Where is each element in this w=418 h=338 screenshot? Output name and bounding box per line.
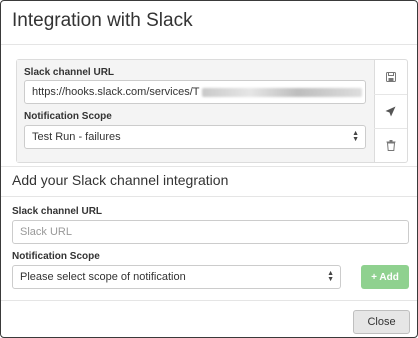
existing-scope-select[interactable]: Test Run - failures ▲ ▼ <box>24 125 366 149</box>
close-button[interactable]: Close <box>353 310 410 334</box>
new-scope-select[interactable]: Please select scope of notification ▲ ▼ <box>12 265 341 289</box>
existing-scope-value: Test Run - failures <box>32 131 121 143</box>
existing-url-input[interactable]: https://hooks.slack.com/services/T <box>24 80 366 104</box>
select-arrows-icon: ▲ ▼ <box>352 130 359 143</box>
redacted-url-segment <box>201 87 362 97</box>
new-url-placeholder: Slack URL <box>20 226 72 238</box>
slack-integration-modal: Integration with Slack Slack channel URL… <box>0 0 418 338</box>
existing-url-label: Slack channel URL <box>24 67 115 78</box>
card-actions <box>374 60 407 162</box>
save-icon <box>385 71 396 82</box>
add-section-title: Add your Slack channel integration <box>12 172 229 188</box>
existing-integration-fields: Slack channel URL https://hooks.slack.co… <box>17 60 375 162</box>
footer-divider <box>1 300 417 301</box>
test-send-button[interactable] <box>374 94 407 127</box>
section-title-underline <box>1 196 417 197</box>
new-url-input[interactable]: Slack URL <box>12 220 409 244</box>
existing-integration-card: Slack channel URL https://hooks.slack.co… <box>16 59 408 163</box>
send-icon <box>385 106 396 117</box>
modal-header: Integration with Slack <box>1 1 417 45</box>
section-divider <box>1 166 417 167</box>
save-button[interactable] <box>374 60 407 93</box>
existing-url-value: https://hooks.slack.com/services/T <box>32 86 200 98</box>
new-scope-label: Notification Scope <box>12 251 100 262</box>
existing-scope-label: Notification Scope <box>24 111 112 122</box>
add-button[interactable]: + Add <box>361 265 409 289</box>
new-url-label: Slack channel URL <box>12 206 103 217</box>
new-scope-placeholder: Please select scope of notification <box>20 271 186 283</box>
delete-button[interactable] <box>374 128 407 161</box>
modal-title: Integration with Slack <box>12 10 193 31</box>
select-arrows-icon: ▲ ▼ <box>327 270 334 283</box>
trash-icon <box>386 139 396 151</box>
